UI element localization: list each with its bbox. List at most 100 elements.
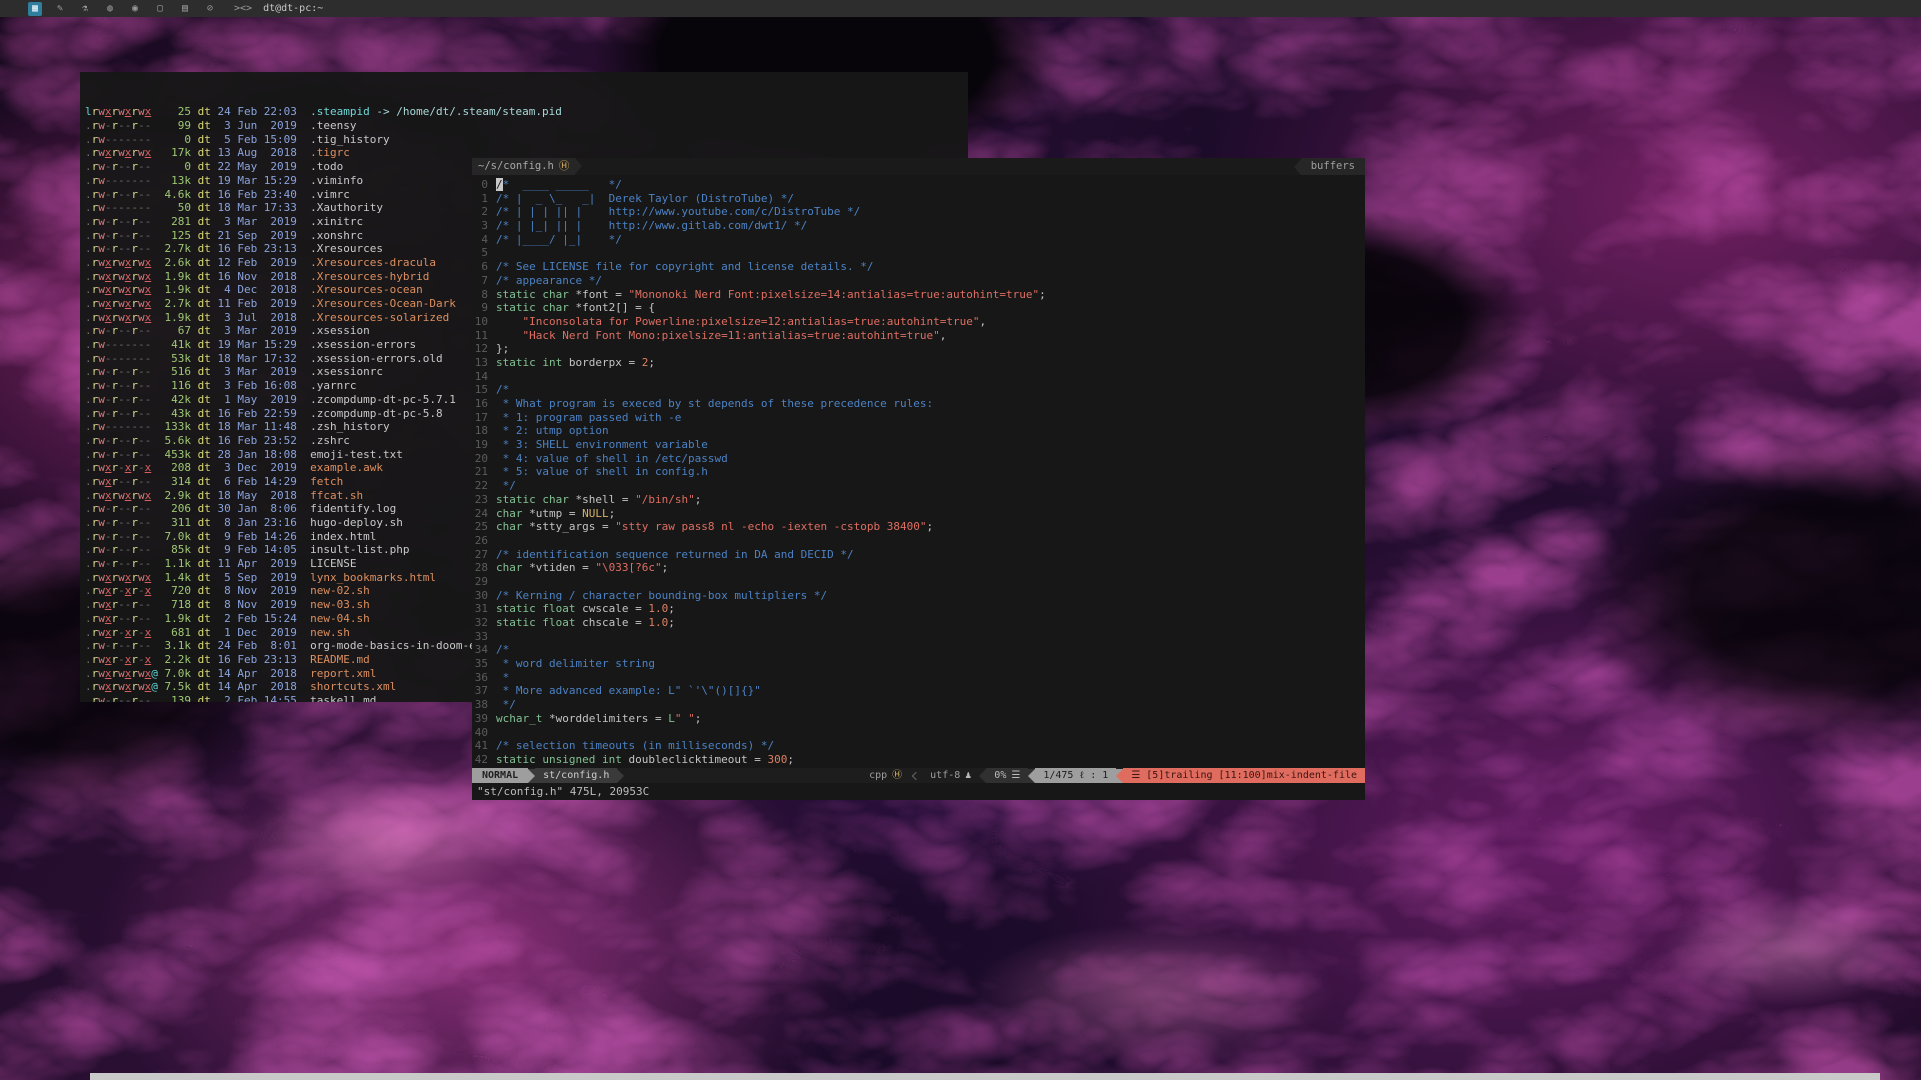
file-owner: dt bbox=[191, 229, 218, 242]
file-permissions: .rw-r--r-- bbox=[85, 365, 158, 379]
file-permissions: .rwxrwxrwx bbox=[85, 489, 158, 503]
monitor-icon[interactable]: ▢ bbox=[153, 2, 167, 16]
file-permissions: .rw-r--r-- bbox=[85, 516, 158, 530]
file-owner: dt bbox=[191, 639, 218, 652]
file-date: 16 Feb 23:13 bbox=[217, 653, 296, 666]
code-line: 1/* | _ \_ _| Derek Taylor (DistroTube) … bbox=[472, 192, 1365, 206]
file-permissions: .rw-r--r-- bbox=[85, 215, 158, 229]
file-row: .rw-r--r--99 dt 3 Jun 2019 .teensy bbox=[85, 119, 968, 133]
file-permissions: .rwxr--r-- bbox=[85, 598, 158, 612]
file-permissions: .rwxrwxrwx bbox=[85, 297, 158, 311]
code-line: 23static char *shell = "/bin/sh"; bbox=[472, 493, 1365, 507]
file-date: 6 Feb 14:29 bbox=[217, 475, 296, 488]
file-date: 14 Apr 2018 bbox=[217, 667, 296, 680]
file-owner: dt bbox=[191, 516, 218, 529]
file-owner: dt bbox=[191, 270, 218, 283]
encoding-indicator: utf-8♟ bbox=[922, 768, 979, 783]
file-size: 7.5k bbox=[158, 680, 191, 694]
code-line: 7/* appearance */ bbox=[472, 274, 1365, 288]
file-size: 453k bbox=[158, 448, 191, 462]
file-size: 43k bbox=[158, 407, 191, 421]
fish-shell-indicator: ><> bbox=[234, 3, 252, 14]
line-number: 2 bbox=[472, 205, 488, 219]
line-number: 3 bbox=[472, 219, 488, 233]
topbar: ▦✎⚗◍◉▢▤⊘ ><> dt@dt-pc:~ bbox=[0, 0, 1921, 17]
folder-icon[interactable]: ▤ bbox=[178, 2, 192, 16]
vim-tabline: ~/s/config.hⒽ buffers bbox=[472, 158, 1365, 175]
line-number: 16 bbox=[472, 397, 488, 411]
code-line: 20 * 4: value of shell in /etc/passwd bbox=[472, 452, 1365, 466]
filetype-indicator: cppⒽ bbox=[861, 768, 910, 783]
file-name: hugo-deploy.sh bbox=[297, 516, 403, 529]
flask-icon[interactable]: ⚗ bbox=[78, 2, 92, 16]
line-number: 25 bbox=[472, 520, 488, 534]
file-date: 8 Nov 2019 bbox=[217, 598, 296, 611]
file-owner: dt bbox=[191, 475, 218, 488]
file-name: .Xresources-dracula bbox=[297, 256, 436, 269]
line-number: 42 bbox=[472, 753, 488, 767]
line-number: 29 bbox=[472, 575, 488, 589]
file-date: 1 Dec 2019 bbox=[217, 626, 296, 639]
file-date: 16 Feb 23:52 bbox=[217, 434, 296, 447]
cursor-position: 1/475 ℓ : 1 bbox=[1035, 768, 1116, 783]
encoding-label: utf-8 bbox=[930, 769, 960, 783]
file-name: .zshrc bbox=[297, 434, 350, 447]
code-line: 39wchar_t *worddelimiters = L" "; bbox=[472, 712, 1365, 726]
file-date: 3 Mar 2019 bbox=[217, 365, 296, 378]
file-name: .tigrc bbox=[297, 146, 350, 159]
file-owner: dt bbox=[191, 242, 218, 255]
powerline-separator-icon bbox=[617, 769, 624, 783]
file-name: .zsh_history bbox=[297, 420, 390, 433]
powerline-separator-icon bbox=[979, 769, 986, 783]
file-permissions: .rw-r--r-- bbox=[85, 188, 158, 202]
palette-icon[interactable]: ◍ bbox=[103, 2, 117, 16]
tab-config-h[interactable]: ~/s/config.hⒽ bbox=[472, 158, 575, 175]
file-permissions: .rwxrwxrwx@ bbox=[85, 680, 158, 694]
file-date: 21 Sep 2019 bbox=[217, 229, 296, 242]
scroll-percentage: 0%☰ bbox=[986, 768, 1028, 783]
line-number: 30 bbox=[472, 589, 488, 603]
line-number: 35 bbox=[472, 657, 488, 671]
tab-separator-icon bbox=[575, 158, 582, 174]
line-number: 19 bbox=[472, 438, 488, 452]
camera-icon[interactable]: ◉ bbox=[128, 2, 142, 16]
file-name: fetch bbox=[297, 475, 343, 488]
line-number: 39 bbox=[472, 712, 488, 726]
file-owner: dt bbox=[191, 694, 218, 702]
file-owner: dt bbox=[191, 201, 218, 214]
file-date: 13 Aug 2018 bbox=[217, 146, 296, 159]
file-date: 1 May 2019 bbox=[217, 393, 296, 406]
file-owner: dt bbox=[191, 584, 218, 597]
file-name: .viminfo bbox=[297, 174, 363, 187]
percent-label: 0% bbox=[994, 769, 1006, 783]
powerline-separator-icon bbox=[1028, 769, 1035, 783]
file-date: 18 Mar 17:32 bbox=[217, 352, 296, 365]
file-date: 3 Mar 2019 bbox=[217, 324, 296, 337]
file-date: 3 Feb 16:08 bbox=[217, 379, 296, 392]
apps-grid-icon[interactable]: ▦ bbox=[28, 2, 42, 16]
file-size: 1.9k bbox=[158, 283, 191, 297]
file-owner: dt bbox=[191, 420, 218, 433]
code-line: 5 bbox=[472, 246, 1365, 260]
file-owner: dt bbox=[191, 338, 218, 351]
warning-lines-icon: ☰ bbox=[1131, 769, 1140, 783]
vim-window[interactable]: ~/s/config.hⒽ buffers 0/* ____ _____ */1… bbox=[472, 158, 1365, 800]
line-number: 23 bbox=[472, 493, 488, 507]
bottom-window-edge[interactable] bbox=[90, 1073, 1880, 1080]
file-permissions: lrwxrwxrwx bbox=[85, 105, 158, 119]
code-area[interactable]: 0/* ____ _____ */1/* | _ \_ _| Derek Tay… bbox=[472, 175, 1365, 768]
desktop: ▦✎⚗◍◉▢▤⊘ ><> dt@dt-pc:~ lrwxrwxrwx25 dt … bbox=[0, 0, 1921, 1080]
file-owner: dt bbox=[191, 393, 218, 406]
file-date: 12 Feb 2019 bbox=[217, 256, 296, 269]
file-name: .xsessionrc bbox=[297, 365, 383, 378]
tab-separator-icon bbox=[1294, 159, 1301, 175]
file-owner: dt bbox=[191, 256, 218, 269]
file-size: 50 bbox=[158, 201, 191, 215]
file-owner: dt bbox=[191, 379, 218, 392]
file-permissions: .rw-r--r-- bbox=[85, 543, 158, 557]
file-size: 720 bbox=[158, 584, 191, 598]
pencil-icon[interactable]: ✎ bbox=[53, 2, 67, 16]
buffers-tab[interactable]: buffers bbox=[1301, 158, 1365, 175]
file-owner: dt bbox=[191, 119, 218, 132]
slash-circle-icon[interactable]: ⊘ bbox=[203, 2, 217, 16]
